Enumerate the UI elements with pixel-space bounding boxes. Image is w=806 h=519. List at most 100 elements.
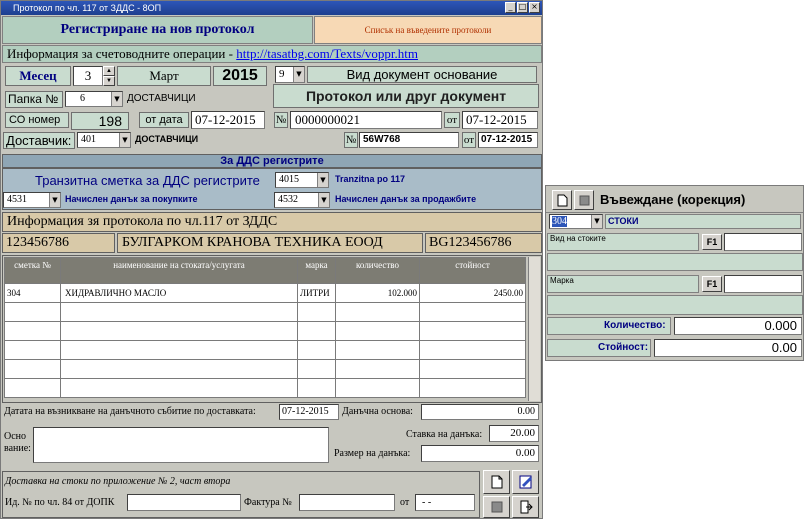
invoice-field[interactable] — [299, 494, 395, 511]
protocol-id: 123456786 — [2, 233, 115, 253]
table-row[interactable] — [4, 302, 526, 322]
purchase-select[interactable]: 4531 ▼ — [3, 192, 61, 208]
table-row[interactable] — [4, 359, 526, 379]
cell-brand[interactable] — [297, 302, 336, 322]
supplier-no-field[interactable]: 56W768 — [359, 132, 459, 148]
cell-value[interactable] — [419, 340, 526, 360]
month-number-field[interactable]: 3 — [73, 66, 103, 86]
cell-account[interactable] — [4, 378, 61, 398]
cell-name[interactable] — [60, 378, 298, 398]
table-row[interactable] — [4, 340, 526, 360]
cell-brand[interactable] — [297, 321, 336, 341]
id-field[interactable] — [127, 494, 241, 511]
cell-quantity[interactable]: 102.000 — [335, 283, 420, 303]
chevron-down-icon[interactable]: ▼ — [119, 133, 130, 147]
table-row[interactable] — [4, 378, 526, 398]
tax-amount-field[interactable]: 0.00 — [421, 445, 539, 462]
close-button[interactable]: × — [529, 2, 540, 13]
goods-type-field[interactable] — [724, 233, 802, 251]
transit-code: 4015 — [279, 174, 299, 185]
tab-protocol-list[interactable]: Списък на въведените протоколи — [314, 16, 542, 44]
chevron-down-icon[interactable]: ▼ — [591, 215, 602, 228]
table-row[interactable]: 304 ХИДРАВЛИЧНО МАСЛО ЛИТРИ 102.000 2450… — [4, 283, 526, 303]
cell-quantity[interactable] — [335, 378, 420, 398]
cell-brand[interactable] — [297, 359, 336, 379]
new-document-button[interactable] — [483, 470, 510, 494]
panel-new-button[interactable] — [552, 190, 572, 210]
brand-f1-button[interactable]: F1 — [702, 276, 722, 292]
cell-name[interactable] — [60, 359, 298, 379]
from-label: от — [400, 497, 410, 508]
basis-field[interactable] — [33, 427, 329, 463]
cell-value[interactable] — [419, 321, 526, 341]
cell-name[interactable] — [60, 321, 298, 341]
folder-select[interactable]: 6 ▼ — [65, 91, 123, 107]
info-link[interactable]: http://tasatbg.com/Texts/voppr.htm — [236, 46, 418, 61]
protocol-company: БУЛГАРКОМ КРАНОВА ТЕХНИКА ЕООД — [117, 233, 423, 253]
cell-account[interactable] — [4, 302, 61, 322]
cell-account[interactable] — [4, 340, 61, 360]
sales-code: 4532 — [278, 194, 298, 205]
so-date-field[interactable]: 07-12-2015 — [191, 111, 265, 129]
rate-label: Ставка на данъка: — [406, 429, 483, 440]
chevron-down-icon[interactable]: ▼ — [317, 173, 328, 187]
from-field[interactable]: - - — [415, 494, 475, 511]
new-document-icon — [491, 475, 502, 489]
cell-account[interactable] — [4, 359, 61, 379]
brand-field[interactable] — [724, 275, 802, 293]
quantity-label: Количество: — [604, 320, 666, 331]
exit-button[interactable] — [512, 496, 539, 518]
so-label: СО номер — [5, 112, 69, 128]
table-row[interactable] — [4, 321, 526, 341]
month-up-icon[interactable]: ▲ — [103, 66, 115, 76]
chevron-down-icon[interactable]: ▼ — [49, 193, 60, 207]
goods-type-value[interactable] — [547, 253, 803, 271]
panel-account-select[interactable]: 304 ▼ — [549, 214, 603, 229]
cell-name[interactable] — [60, 340, 298, 360]
cell-account[interactable] — [4, 321, 61, 341]
chevron-down-icon[interactable]: ▼ — [318, 193, 329, 207]
value-field[interactable]: 0.00 — [654, 339, 802, 357]
table-scrollbar[interactable] — [528, 257, 540, 401]
supplier-date-field[interactable]: 07-12-2015 — [478, 132, 538, 148]
cell-value[interactable] — [419, 302, 526, 322]
event-date-label: Датата на възникване на данъчното събити… — [4, 406, 256, 417]
quantity-field[interactable]: 0.000 — [674, 317, 802, 335]
minimize-button[interactable]: _ — [505, 2, 516, 13]
chevron-down-icon[interactable]: ▼ — [293, 67, 304, 82]
cell-account[interactable]: 304 — [4, 283, 61, 303]
table-header-row: сметка № наименование на стоката/услугат… — [4, 257, 526, 284]
edit-button[interactable] — [512, 470, 539, 494]
month-down-icon[interactable]: ▼ — [103, 76, 115, 86]
doc-type-select[interactable]: 9 ▼ — [275, 66, 305, 83]
maximize-button[interactable]: □ — [517, 2, 528, 13]
cell-name[interactable] — [60, 302, 298, 322]
so-date-label: от дата — [139, 112, 189, 128]
cell-value[interactable] — [419, 378, 526, 398]
event-date-field[interactable]: 07-12-2015 — [279, 404, 339, 420]
goods-type-f1-button[interactable]: F1 — [702, 234, 722, 250]
chevron-down-icon[interactable]: ▼ — [111, 92, 122, 106]
tab-new-protocol[interactable]: Регистриране на нов протокол — [2, 16, 313, 44]
cell-brand[interactable] — [297, 340, 336, 360]
cell-quantity[interactable] — [335, 340, 420, 360]
cell-quantity[interactable] — [335, 359, 420, 379]
cell-brand[interactable]: ЛИТРИ — [297, 283, 336, 303]
cell-brand[interactable] — [297, 378, 336, 398]
tax-base-field[interactable]: 0.00 — [421, 404, 539, 420]
doc-no-field[interactable]: 0000000021 — [290, 111, 442, 129]
cell-value[interactable]: 2450.00 — [419, 283, 526, 303]
doc-date-field[interactable]: 07-12-2015 — [462, 111, 538, 129]
folder-number: 6 — [80, 93, 85, 104]
transit-select[interactable]: 4015 ▼ — [275, 172, 329, 188]
cell-name[interactable]: ХИДРАВЛИЧНО МАСЛО — [60, 283, 298, 303]
rate-field[interactable]: 20.00 — [489, 425, 539, 442]
delete-button[interactable] — [483, 496, 510, 518]
panel-stop-button[interactable] — [574, 190, 594, 210]
supplier-select[interactable]: 401 ▼ — [77, 132, 131, 148]
brand-value[interactable] — [547, 295, 803, 315]
cell-quantity[interactable] — [335, 302, 420, 322]
cell-quantity[interactable] — [335, 321, 420, 341]
cell-value[interactable] — [419, 359, 526, 379]
sales-select[interactable]: 4532 ▼ — [274, 192, 330, 208]
